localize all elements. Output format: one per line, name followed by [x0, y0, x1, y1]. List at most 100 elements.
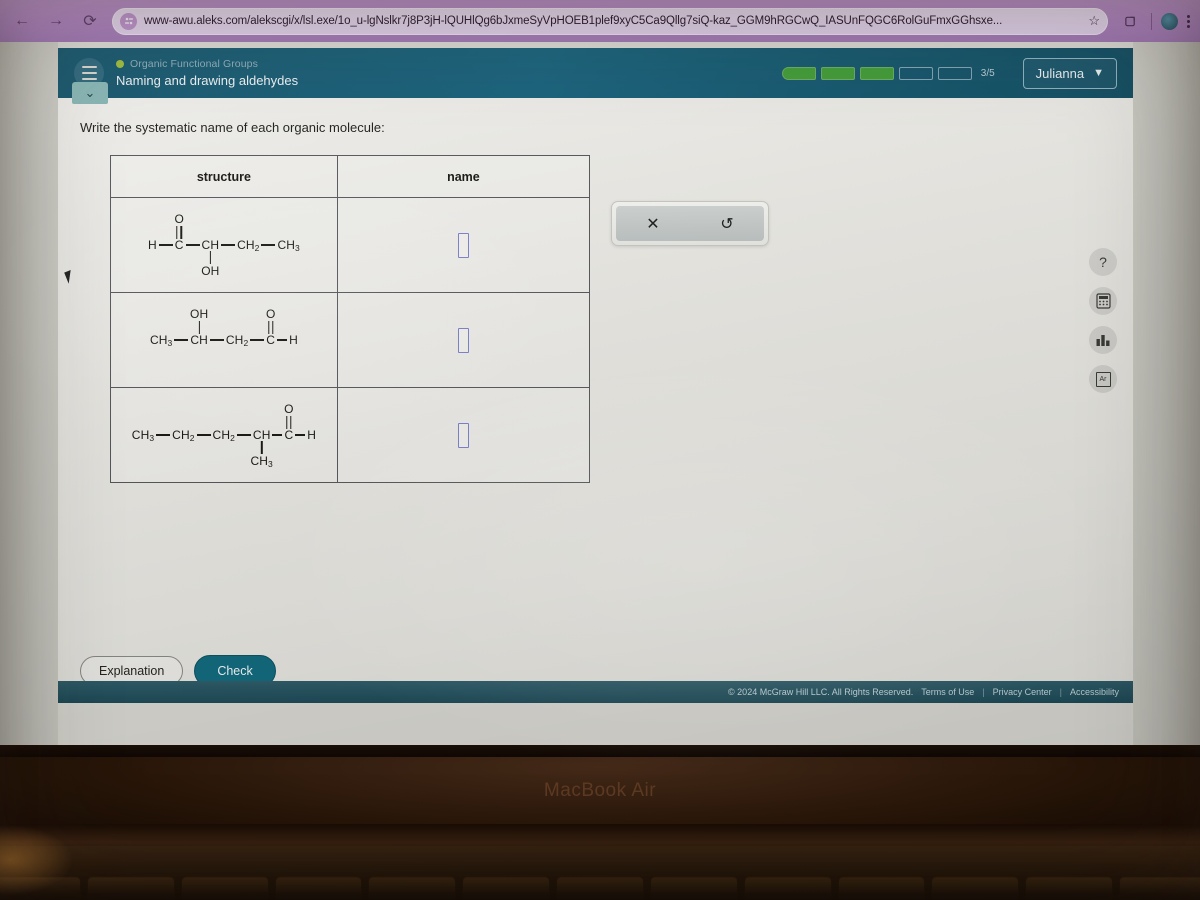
- atom-C-carbonyl: C O: [265, 307, 276, 347]
- bond: [185, 244, 200, 246]
- atom-C-carbonyl: C O: [284, 402, 294, 442]
- site-settings-icon[interactable]: [120, 12, 137, 30]
- laptop-photo-scene: ← → ⟳ www-awu.aleks.com/alekscgi/x/lsl.e…: [0, 0, 1200, 900]
- bond: [158, 244, 173, 246]
- page-title: Naming and drawing aldehydes: [116, 73, 299, 88]
- structure-cell: H C O CH OH CH2 CH3: [110, 197, 338, 293]
- bond: [277, 339, 288, 341]
- bond: [196, 434, 211, 436]
- answer-input[interactable]: [457, 232, 469, 258]
- name-cell: [336, 387, 591, 483]
- periodic-table-icon[interactable]: Ar: [1089, 365, 1117, 393]
- bond: [295, 434, 306, 436]
- avatar[interactable]: [1161, 12, 1178, 30]
- atom-H: H: [307, 428, 317, 442]
- progress-label: 3/5: [980, 67, 995, 79]
- atom-CH-methyl: CH CH3: [250, 428, 273, 469]
- chevron-down-icon: ▼: [1093, 67, 1104, 79]
- copyright-text: © 2024 McGraw Hill LLC. All Rights Reser…: [728, 687, 914, 697]
- progress-indicator: 3/5: [781, 66, 995, 80]
- close-x-icon[interactable]: ✕: [646, 214, 659, 234]
- atom-O: O: [174, 212, 184, 226]
- answer-toolbar-inner: ✕ ↺: [616, 206, 764, 241]
- group-CH3: CH3: [250, 454, 273, 469]
- terms-of-use-link[interactable]: Terms of Use: [921, 687, 974, 697]
- keyboard-row: [0, 878, 1200, 900]
- chart-icon[interactable]: [1089, 326, 1117, 354]
- table-row: H C O CH OH CH2 CH3: [110, 197, 591, 293]
- single-bond: [209, 251, 212, 264]
- address-bar[interactable]: www-awu.aleks.com/alekscgi/x/lsl.exe/1o_…: [112, 7, 1108, 35]
- forward-button[interactable]: →: [44, 9, 68, 33]
- user-name: Julianna: [1035, 65, 1085, 81]
- group-OH: OH: [201, 264, 220, 278]
- double-bond: [285, 416, 292, 429]
- atom-CH2: CH2: [212, 428, 235, 443]
- page-left-margin: [0, 42, 58, 745]
- single-bond: [198, 321, 200, 334]
- header-title-block: Organic Functional Groups Naming and dra…: [116, 58, 298, 88]
- progress-segment: [937, 66, 972, 80]
- star-icon[interactable]: ☆: [1088, 13, 1100, 29]
- name-cell: [336, 292, 591, 388]
- key: [1026, 878, 1113, 900]
- answer-input[interactable]: [457, 327, 469, 353]
- back-button[interactable]: ←: [10, 9, 34, 33]
- bond: [221, 244, 236, 246]
- user-menu-button[interactable]: Julianna ▼: [1022, 57, 1117, 89]
- tool-rail: ? Ar: [1089, 248, 1117, 393]
- undo-icon[interactable]: ↺: [720, 214, 733, 234]
- atom-CH-hydroxyl: CH OH: [201, 238, 220, 278]
- topic-label: Organic Functional Groups: [130, 58, 258, 70]
- table-row: CH3 CH2 CH2 CH CH3 C O H: [110, 387, 591, 483]
- single-bond: [260, 441, 263, 454]
- atom-CH-hydroxyl: CH OH: [190, 307, 209, 347]
- answer-toolbar: ✕ ↺: [611, 201, 769, 246]
- accessibility-link[interactable]: Accessibility: [1070, 687, 1119, 697]
- column-header-name: name: [336, 155, 591, 198]
- atom-CH2: CH2: [225, 333, 249, 348]
- hydroxyl-group: OH: [190, 307, 208, 334]
- column-header-structure: structure: [110, 155, 338, 198]
- key: [744, 878, 831, 900]
- atom-O: O: [265, 307, 276, 321]
- progress-segment: [859, 66, 894, 80]
- calculator-icon[interactable]: [1089, 287, 1117, 315]
- collapse-panel-toggle[interactable]: ⌄: [72, 82, 108, 104]
- carbonyl-oxygen-group: O: [266, 307, 275, 334]
- molecule-diagram: CH3 CH2 CH2 CH CH3 C O H: [111, 402, 337, 469]
- atom-O: O: [284, 402, 294, 416]
- page-right-margin: [1133, 42, 1200, 745]
- atom-CH2: CH2: [237, 238, 260, 253]
- chrome-divider: [1151, 12, 1152, 30]
- bond: [174, 339, 189, 341]
- molecule-diagram: CH3 CH OH CH2 C O H: [111, 307, 337, 348]
- laptop-chin: MacBook Air: [0, 757, 1200, 824]
- atom-H: H: [147, 238, 157, 252]
- tab-copy-icon[interactable]: [1118, 9, 1142, 33]
- group-OH: OH: [190, 307, 209, 321]
- key: [1120, 878, 1200, 900]
- hydroxyl-group: OH: [201, 251, 219, 278]
- device-label: MacBook Air: [543, 779, 657, 801]
- methyl-branch: CH3: [251, 441, 273, 468]
- privacy-center-link[interactable]: Privacy Center: [993, 687, 1052, 697]
- key: [87, 878, 174, 900]
- key: [650, 878, 737, 900]
- progress-segment: [781, 66, 816, 80]
- double-bond: [267, 321, 274, 334]
- key: [557, 878, 643, 900]
- footer-separator: |: [982, 687, 985, 697]
- reload-button[interactable]: ⟳: [78, 9, 102, 33]
- atom-CH3: CH3: [149, 333, 173, 348]
- footer-separator: |: [1059, 687, 1062, 697]
- progress-segment: [898, 66, 933, 80]
- answer-input[interactable]: [457, 422, 469, 448]
- laptop-screen: ← → ⟳ www-awu.aleks.com/alekscgi/x/lsl.e…: [0, 0, 1200, 745]
- help-icon[interactable]: ?: [1089, 248, 1117, 276]
- double-bond: [176, 226, 183, 239]
- kebab-menu-icon[interactable]: [1187, 14, 1190, 28]
- bond: [236, 434, 251, 436]
- key: [463, 878, 550, 900]
- aleks-page: Organic Functional Groups Naming and dra…: [58, 42, 1133, 745]
